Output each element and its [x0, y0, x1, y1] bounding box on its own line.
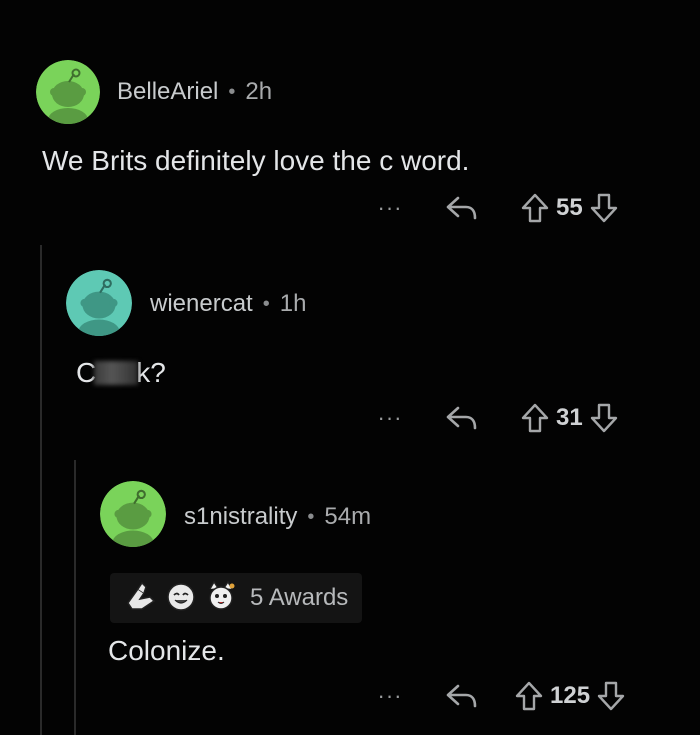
avatar[interactable]	[100, 481, 166, 547]
comment-body: Colonize.	[108, 635, 225, 666]
award-helpful-icon	[124, 579, 158, 618]
awards-count-label: 5 Awards	[250, 584, 349, 611]
comment-s1nistrality: s1nistrality • 54m 5 Awards Colonize. ··…	[0, 0, 700, 735]
awards-bar[interactable]: 5 Awards	[110, 573, 363, 623]
more-options-button[interactable]: ···	[370, 683, 410, 709]
award-wholesome-icon	[164, 579, 198, 618]
snoo-avatar-icon	[100, 481, 166, 547]
comment-actions: ··· 125	[370, 676, 626, 716]
upvote-icon[interactable]	[514, 680, 544, 712]
timestamp[interactable]: 54m	[324, 503, 371, 531]
vote-score: 125	[550, 682, 591, 709]
award-cat-icon	[204, 579, 238, 618]
comment-thread: BelleAriel • 2h We Brits definitely love…	[0, 0, 700, 735]
downvote-icon[interactable]	[596, 680, 626, 712]
username[interactable]: s1nistrality	[184, 503, 297, 531]
reply-icon[interactable]	[444, 682, 478, 710]
separator-dot: •	[307, 505, 315, 528]
comment-meta: s1nistrality • 54m	[184, 503, 371, 531]
